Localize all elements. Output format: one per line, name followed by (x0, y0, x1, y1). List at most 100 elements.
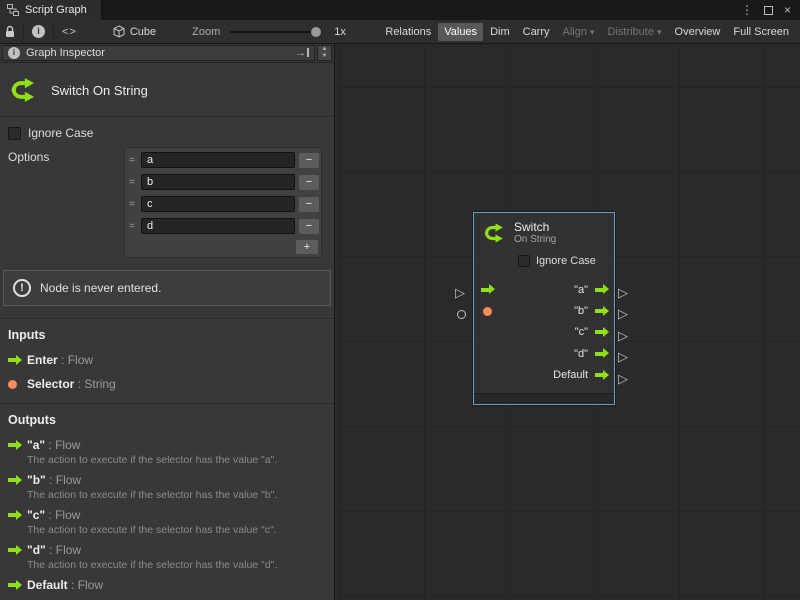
node-subtitle: On String (514, 234, 556, 245)
node-ignore-case-checkbox[interactable] (518, 255, 530, 267)
output-label: "d" (574, 348, 588, 360)
switch-icon (8, 75, 38, 105)
option-input[interactable] (141, 174, 295, 190)
option-input[interactable] (141, 218, 295, 234)
output-port-icon[interactable] (595, 348, 609, 359)
option-row: = − (127, 215, 319, 237)
overview-button[interactable]: Overview (669, 23, 727, 41)
flow-port-icon (8, 545, 23, 556)
drag-handle-icon[interactable]: = (127, 221, 137, 232)
graph-inspector-panel: i Graph Inspector → ▲ ▼ Switch On String… (0, 44, 335, 600)
outputs-heading: Outputs (8, 413, 326, 427)
relations-button[interactable]: Relations (379, 23, 437, 41)
fullscreen-button[interactable]: Full Screen (727, 23, 795, 41)
distribute-button[interactable]: Distribute▾ (602, 23, 668, 41)
output-connector-triangle-icon[interactable]: ▷ (618, 329, 628, 342)
zoom-slider-knob[interactable] (311, 27, 321, 37)
selector-connector-circle-icon[interactable] (457, 310, 466, 319)
enter-connector-triangle-icon[interactable]: ▷ (455, 286, 465, 299)
output-connector-triangle-icon[interactable]: ▷ (618, 307, 628, 320)
inspector-header: i Graph Inspector → ▲ ▼ (0, 44, 334, 63)
output-port-icon[interactable] (595, 306, 609, 317)
scroll-down-icon[interactable]: ▼ (322, 53, 328, 60)
kebab-menu-icon[interactable]: ⋮ (741, 3, 753, 17)
warning-icon: ! (13, 279, 31, 297)
output-port-icon[interactable] (595, 284, 609, 295)
ignore-case-checkbox[interactable] (8, 127, 21, 140)
node-footer (474, 393, 614, 404)
output-port-row: Default : Flow (8, 578, 326, 592)
graph-canvas[interactable]: ▷ ▷ ▷ ▷ ▷ ▷ Switch On String (335, 44, 800, 600)
option-input[interactable] (141, 196, 295, 212)
lock-icon[interactable] (5, 25, 15, 38)
flow-port-icon (8, 355, 23, 366)
port-type: Flow (56, 543, 81, 557)
info-icon[interactable]: i (32, 25, 45, 38)
unit-title-row: Switch On String (0, 63, 334, 117)
remove-option-button[interactable]: − (299, 219, 319, 234)
node-ignore-case-row: Ignore Case (518, 255, 614, 267)
target-label[interactable]: Cube (130, 26, 156, 38)
dim-button[interactable]: Dim (484, 23, 516, 41)
outputs-section: Outputs "a" : Flow The action to execute… (0, 403, 334, 592)
flow-port-icon (8, 475, 23, 486)
values-button[interactable]: Values (438, 23, 483, 41)
align-label: Align (563, 26, 587, 38)
switch-on-string-node[interactable]: Switch On String Ignore Case "a" "b" (473, 212, 615, 405)
maximize-icon[interactable] (764, 6, 773, 15)
output-port-icon[interactable] (595, 370, 609, 381)
window-controls: ⋮ × (741, 3, 800, 17)
option-input[interactable] (141, 152, 295, 168)
code-icon[interactable]: <> (62, 26, 77, 38)
dock-icon[interactable]: → (295, 47, 309, 59)
node-header[interactable]: Switch On String (474, 213, 614, 251)
node-titles: Switch On String (514, 221, 556, 245)
port-type: Flow (78, 578, 103, 592)
node-title: Switch (514, 221, 556, 234)
remove-option-button[interactable]: − (299, 153, 319, 168)
port-type: Flow (56, 473, 81, 487)
chevron-down-icon: ▾ (590, 27, 595, 37)
port-separator: : (58, 353, 68, 367)
remove-option-button[interactable]: − (299, 197, 319, 212)
drag-handle-icon[interactable]: = (127, 199, 137, 210)
tab-script-graph[interactable]: Script Graph (0, 0, 102, 20)
graph-icon (7, 4, 19, 16)
switch-icon (482, 221, 506, 245)
divider (23, 24, 24, 39)
output-connector-triangle-icon[interactable]: ▷ (618, 350, 628, 363)
zoom-label: Zoom (192, 26, 220, 38)
distribute-label: Distribute (608, 26, 654, 38)
drag-handle-icon[interactable]: = (127, 155, 137, 166)
tab-label: Script Graph (25, 4, 87, 16)
cube-icon (113, 25, 125, 38)
close-icon[interactable]: × (784, 3, 791, 17)
zoom-slider[interactable] (230, 31, 322, 33)
zoom-value: 1x (334, 26, 346, 38)
output-connector-triangle-icon[interactable]: ▷ (618, 372, 628, 385)
port-description: The action to execute if the selector ha… (27, 454, 326, 466)
add-option-button[interactable]: + (296, 240, 318, 254)
titlebar: Script Graph ⋮ × (0, 0, 800, 20)
selector-port-icon[interactable] (483, 307, 492, 316)
port-name: "c" (27, 508, 45, 522)
chevron-down-icon: ▾ (657, 27, 662, 37)
flow-port-icon (8, 440, 23, 451)
port-separator: : (68, 578, 78, 592)
port-name: "b" (27, 473, 46, 487)
port-separator: : (46, 543, 56, 557)
output-port-row: "b" (474, 300, 614, 321)
scroll-widget[interactable]: ▲ ▼ (317, 45, 332, 61)
remove-option-button[interactable]: − (299, 175, 319, 190)
output-port-row: "c" : Flow (8, 508, 326, 522)
enter-port-icon[interactable] (481, 284, 496, 295)
drag-handle-icon[interactable]: = (127, 177, 137, 188)
port-name: "d" (27, 543, 46, 557)
output-port-icon[interactable] (595, 327, 609, 338)
output-connector-triangle-icon[interactable]: ▷ (618, 286, 628, 299)
unit-title: Switch On String (51, 83, 148, 98)
options-block: Options = − = − = − = (8, 147, 322, 258)
scroll-up-icon[interactable]: ▲ (322, 46, 328, 53)
carry-button[interactable]: Carry (517, 23, 556, 41)
align-button[interactable]: Align▾ (557, 23, 601, 41)
